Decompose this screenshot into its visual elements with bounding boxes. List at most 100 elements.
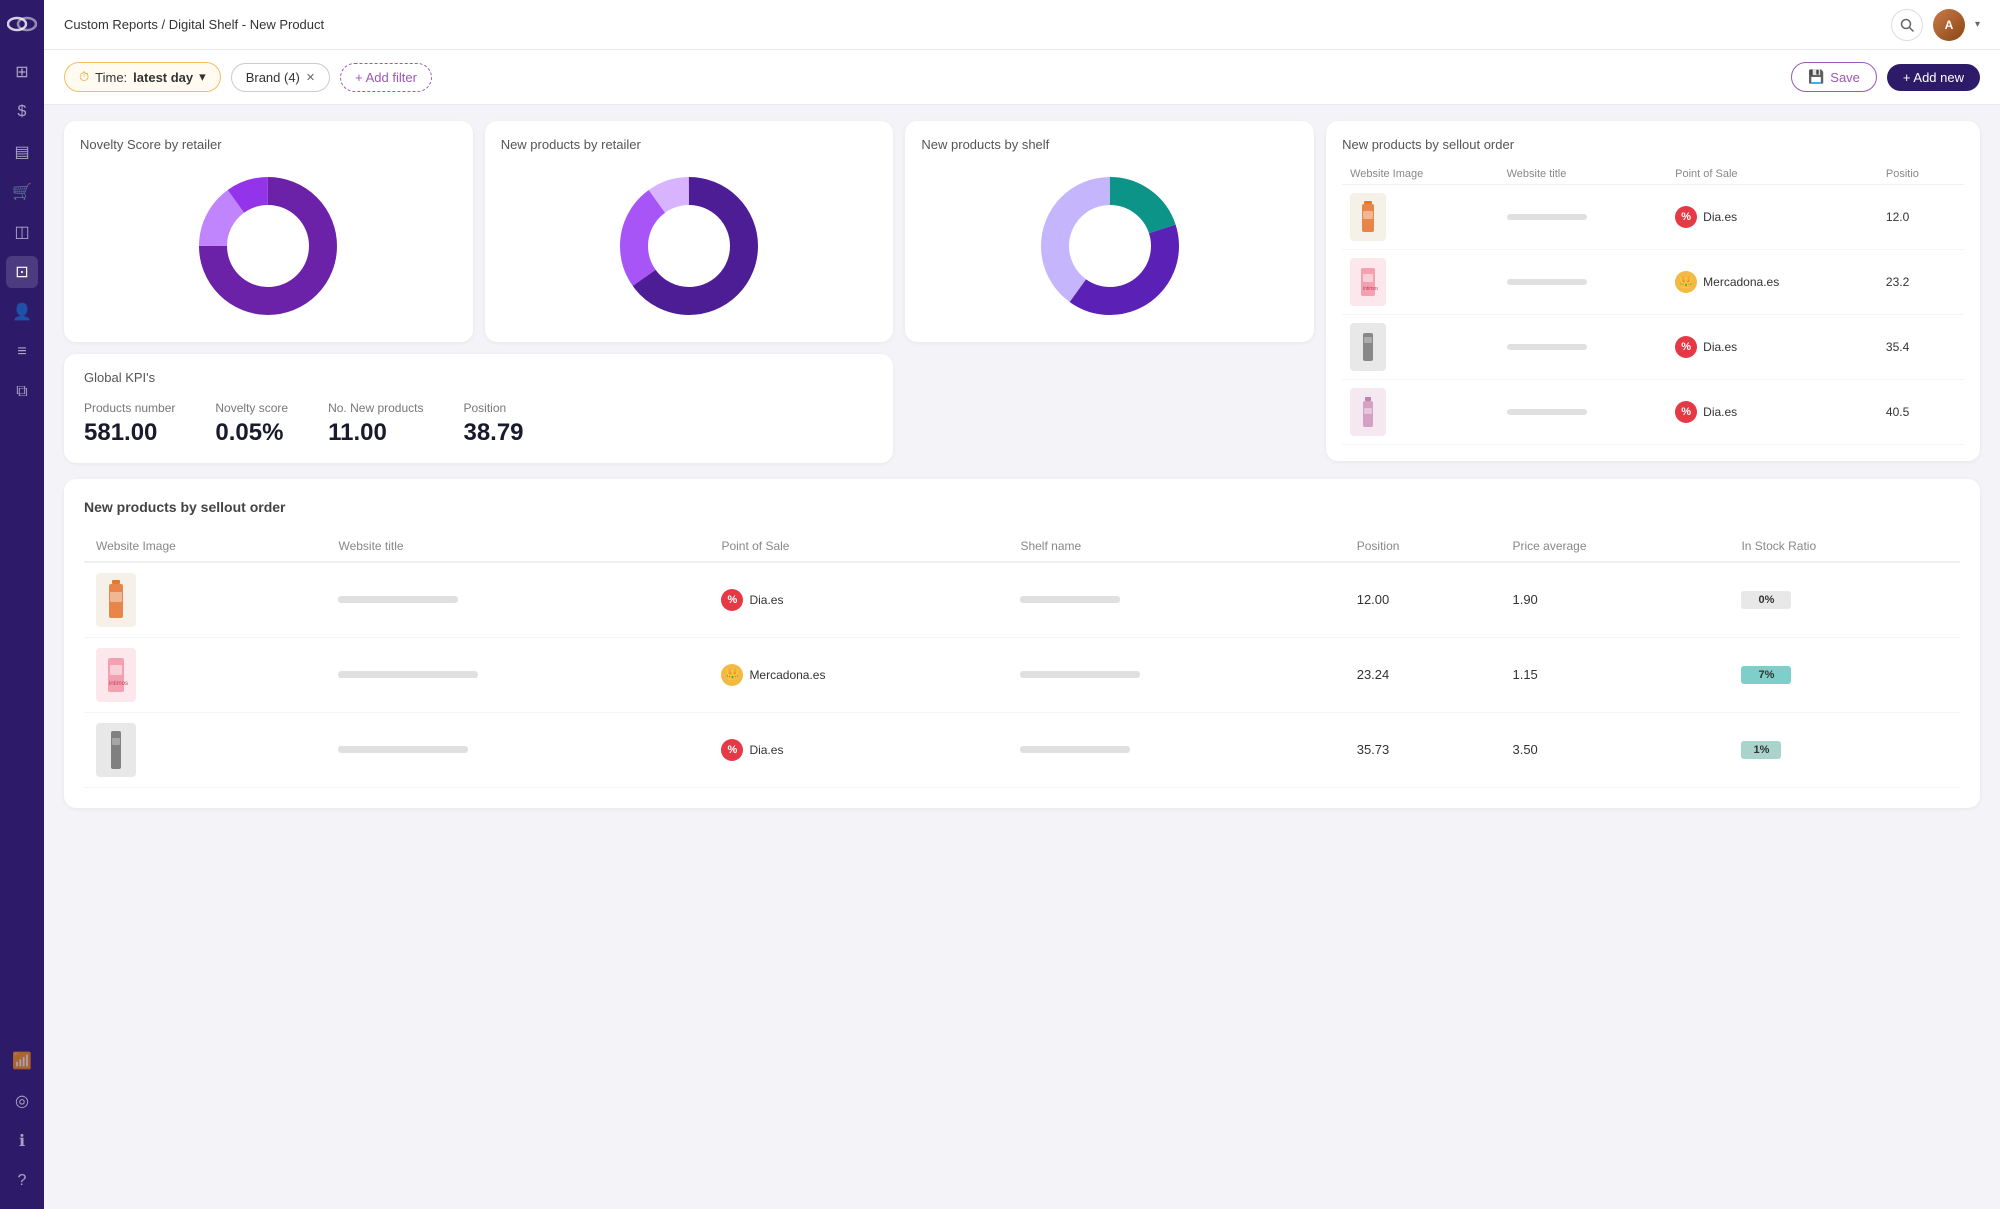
- price-avg-cell: 1.90: [1500, 562, 1729, 638]
- brand-filter[interactable]: Brand (4) ✕: [231, 63, 330, 92]
- kpi-position: Position 38.79: [463, 401, 523, 447]
- retailer-icon-dia: %: [1675, 206, 1697, 228]
- time-filter[interactable]: ⏱ Time: latest day ▾: [64, 62, 221, 92]
- kpi-new-products: No. New products 11.00: [328, 401, 423, 447]
- col-website-image: Website Image: [84, 531, 326, 562]
- info-icon[interactable]: ℹ: [6, 1125, 38, 1157]
- shelf-name-cell: [1008, 562, 1344, 638]
- table-row: % Dia.es 12.00 1.90 0%: [84, 562, 1960, 638]
- col-price-average: Price average: [1500, 531, 1729, 562]
- retailer-badge: % Dia.es: [721, 739, 996, 761]
- retailer-cell: 👑 Mercadona.es: [1667, 250, 1878, 315]
- sidebar: ⊞ $ ▤ 🛒 ◫ ⊡ 👤 ≡ ⧉ 📶 ◎ ℹ ?: [0, 0, 44, 1209]
- product-image-cell: intimos: [1342, 250, 1499, 315]
- product-image: [1350, 193, 1386, 241]
- col-shelf-name: Shelf name: [1008, 531, 1344, 562]
- kpi-card: Global KPI's Products number 581.00 Nove…: [64, 354, 893, 463]
- retailer-name: Dia.es: [1703, 405, 1737, 419]
- help-icon[interactable]: ?: [6, 1165, 38, 1197]
- add-filter-button[interactable]: + Add filter: [340, 63, 432, 92]
- puzzle-icon[interactable]: ⧉: [6, 376, 38, 408]
- add-new-label: + Add new: [1903, 70, 1964, 85]
- people-icon[interactable]: 👤: [6, 296, 38, 328]
- retailer-cell: % Dia.es: [709, 712, 1008, 787]
- retailer-name: Dia.es: [749, 743, 783, 757]
- col-in-stock-ratio: In Stock Ratio: [1729, 531, 1960, 562]
- col-website-title: Website title: [1499, 164, 1668, 185]
- kpi-novelty-score-label: Novelty score: [215, 401, 288, 415]
- product-image-cell: [1342, 380, 1499, 445]
- sellout-bottom-title: New products by sellout order: [84, 499, 1960, 515]
- main-area: Custom Reports / Digital Shelf - New Pro…: [44, 0, 2000, 1209]
- kpi-novelty-score: Novelty score 0.05%: [215, 401, 288, 447]
- kpi-new-products-value: 11.00: [328, 419, 423, 447]
- list-icon[interactable]: ≡: [6, 336, 38, 368]
- add-new-button[interactable]: + Add new: [1887, 64, 1980, 91]
- new-products-shelf-card: New products by shelf: [905, 121, 1314, 342]
- product-image-cell: [84, 712, 326, 787]
- product-image-cell: [1342, 185, 1499, 250]
- signal-icon[interactable]: 📶: [6, 1045, 38, 1077]
- avatar-chevron-icon[interactable]: ▾: [1975, 19, 1980, 30]
- in-stock-bar: 1%: [1741, 741, 1781, 759]
- title-cell: [326, 562, 709, 638]
- product-image: [96, 573, 136, 627]
- shelf-icon[interactable]: ◫: [6, 216, 38, 248]
- novelty-score-chart: [80, 166, 457, 326]
- breadcrumb: Custom Reports / Digital Shelf - New Pro…: [64, 17, 324, 32]
- cart-icon[interactable]: 🛒: [6, 176, 38, 208]
- brand-filter-remove-icon[interactable]: ✕: [306, 71, 315, 84]
- in-stock-cell: 7%: [1729, 637, 1960, 712]
- price-avg-cell: 1.15: [1500, 637, 1729, 712]
- retailer-badge: % Dia.es: [721, 589, 996, 611]
- chart-bar-icon[interactable]: ▤: [6, 136, 38, 168]
- kpi-novelty-score-value: 0.05%: [215, 419, 288, 447]
- kpi-products-number-value: 581.00: [84, 419, 175, 447]
- position-cell: 23.2: [1878, 250, 1964, 315]
- position-cell: 23.24: [1345, 637, 1501, 712]
- retailer-name: Mercadona.es: [1703, 275, 1779, 289]
- col-point-of-sale: Point of Sale: [709, 531, 1008, 562]
- dollar-icon[interactable]: $: [6, 96, 38, 128]
- time-filter-value: latest day: [133, 70, 193, 85]
- new-products-shelf-title: New products by shelf: [921, 137, 1298, 154]
- app-logo[interactable]: [7, 12, 37, 36]
- svg-text:intimos: intimos: [109, 681, 128, 687]
- table-row: % Dia.es 12.0: [1342, 185, 1964, 250]
- avatar[interactable]: A: [1933, 9, 1965, 41]
- product-image: [96, 723, 136, 777]
- title-cell: [326, 712, 709, 787]
- position-cell: 35.4: [1878, 315, 1964, 380]
- product-image-cell: [1342, 315, 1499, 380]
- breadcrumb-page: Digital Shelf - New Product: [169, 17, 324, 32]
- table-row: intimos 👑 Mercadona.es: [84, 637, 1960, 712]
- price-avg-cell: 3.50: [1500, 712, 1729, 787]
- position-cell: 35.73: [1345, 712, 1501, 787]
- col-position: Position: [1345, 531, 1501, 562]
- retailer-cell: % Dia.es: [1667, 380, 1878, 445]
- new-products-retailer-title: New products by retailer: [501, 137, 878, 154]
- retailer-name: Mercadona.es: [749, 668, 825, 682]
- product-image: intimos: [96, 648, 136, 702]
- broadcast-icon[interactable]: ◎: [6, 1085, 38, 1117]
- add-filter-label: + Add filter: [355, 70, 417, 85]
- retailer-name: Dia.es: [1703, 340, 1737, 354]
- new-products-retailer-card: New products by retailer: [485, 121, 894, 342]
- kpi-row: Products number 581.00 Novelty score 0.0…: [84, 401, 873, 447]
- filterbar: ⏱ Time: latest day ▾ Brand (4) ✕ + Add f…: [44, 50, 2000, 105]
- retailer-icon-dia: %: [1675, 336, 1697, 358]
- col-position: Positio: [1878, 164, 1964, 185]
- home-icon[interactable]: ⊞: [6, 56, 38, 88]
- search-button[interactable]: [1891, 9, 1923, 41]
- table-row: % Dia.es 35.4: [1342, 315, 1964, 380]
- retailer-icon: %: [721, 739, 743, 761]
- table-row: % Dia.es 40.5: [1342, 380, 1964, 445]
- save-button[interactable]: 💾 Save: [1791, 62, 1877, 92]
- retailer-cell: % Dia.es: [1667, 185, 1878, 250]
- col-point-of-sale: Point of Sale: [1667, 164, 1878, 185]
- kpi-new-products-label: No. New products: [328, 401, 423, 415]
- in-stock-cell: 0%: [1729, 562, 1960, 638]
- position-cell: 12.0: [1878, 185, 1964, 250]
- grid-icon[interactable]: ⊡: [6, 256, 38, 288]
- brand-filter-label: Brand (4): [246, 70, 300, 85]
